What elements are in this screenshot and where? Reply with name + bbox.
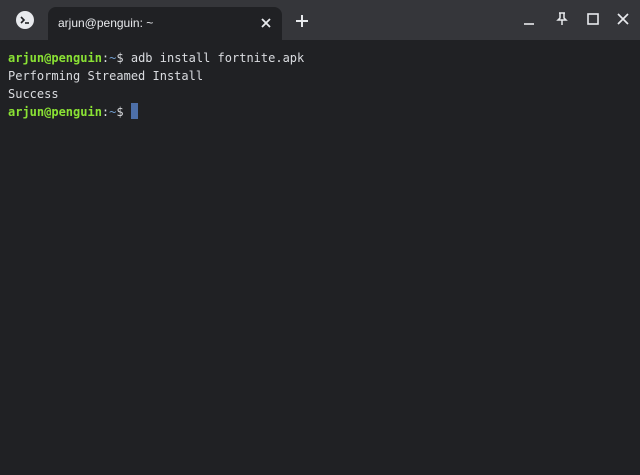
tab-title: arjun@penguin: ~ <box>58 16 154 30</box>
close-icon[interactable] <box>616 12 630 26</box>
prompt-symbol: $ <box>116 51 124 65</box>
terminal-line: arjun@penguin:~$ <box>8 103 138 121</box>
output-text: Performing Streamed Install <box>8 69 204 83</box>
tab-terminal[interactable]: arjun@penguin: ~ <box>48 7 282 40</box>
output-text: Success <box>8 87 59 101</box>
close-icon[interactable] <box>259 16 273 30</box>
prompt-symbol: $ <box>116 105 124 119</box>
prompt-user: arjun@penguin <box>8 51 102 65</box>
plus-icon[interactable] <box>295 14 309 28</box>
text-cursor <box>130 103 138 119</box>
title-bar: arjun@penguin: ~ <box>0 0 640 40</box>
terminal-line: Success <box>8 85 59 103</box>
minimize-icon[interactable] <box>522 12 536 26</box>
terminal-icon <box>16 11 34 29</box>
command-text <box>124 105 131 119</box>
terminal-window: arjun@penguin: ~ arjun@penguin:~$ adb in… <box>0 0 640 475</box>
terminal-area[interactable]: arjun@penguin:~$ adb install fortnite.ap… <box>0 40 640 475</box>
command-text: adb install fortnite.apk <box>123 51 305 65</box>
pin-icon[interactable] <box>555 12 569 26</box>
maximize-icon[interactable] <box>586 12 600 26</box>
prompt-user: arjun@penguin <box>8 105 102 119</box>
terminal-line: Performing Streamed Install <box>8 67 203 85</box>
terminal-line: arjun@penguin:~$ adb install fortnite.ap… <box>8 49 304 67</box>
